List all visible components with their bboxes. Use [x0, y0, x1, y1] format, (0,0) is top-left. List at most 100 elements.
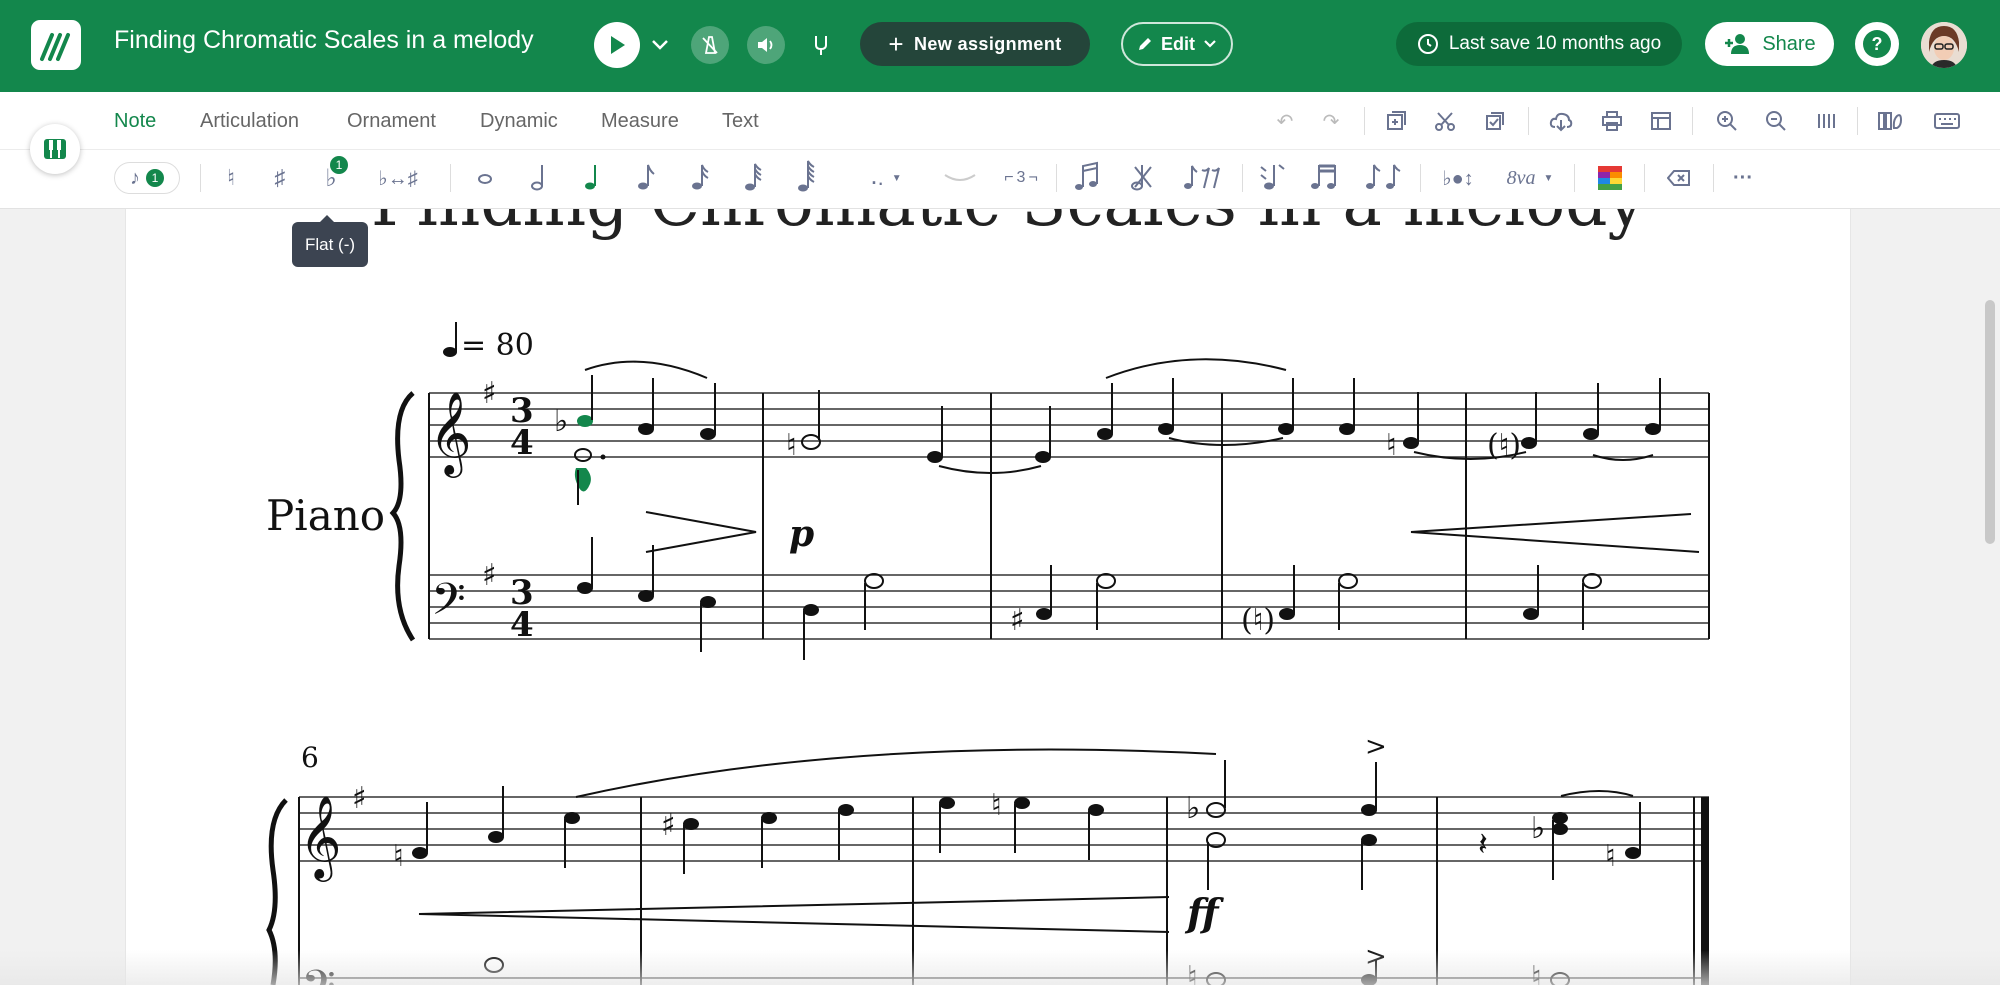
- page-view-icon[interactable]: [1811, 106, 1841, 136]
- tuplet-icon[interactable]: ⌐ 3 ¬: [1000, 162, 1042, 194]
- svg-text:♮: ♮: [786, 428, 797, 463]
- time-signature-bottom: 4: [510, 423, 534, 463]
- help-button[interactable]: ?: [1855, 22, 1899, 66]
- instruments-icon[interactable]: [1874, 106, 1906, 136]
- svg-text:♭: ♭: [554, 404, 568, 439]
- divider: [1857, 107, 1858, 135]
- chevron-down-icon: [652, 40, 668, 50]
- sixteenth-note-icon[interactable]: [684, 158, 714, 196]
- user-avatar[interactable]: [1921, 22, 1967, 68]
- svg-text:(♮): (♮): [1487, 428, 1521, 463]
- divider: [1242, 164, 1243, 192]
- tuner-button[interactable]: [806, 30, 836, 60]
- more-options-icon[interactable]: ···: [1728, 162, 1758, 194]
- layout-icon[interactable]: [1646, 106, 1676, 136]
- sharp-icon[interactable]: ♯: [265, 162, 295, 194]
- beam-icon[interactable]: [1306, 158, 1342, 196]
- last-save-text: Last save 10 months ago: [1448, 33, 1662, 54]
- voice-badge: 1: [146, 169, 164, 187]
- voice-note-icon: ♪: [130, 166, 140, 189]
- keyboard-icon[interactable]: [1930, 106, 1964, 136]
- natural-icon[interactable]: ♮: [216, 162, 246, 194]
- svg-text:>: >: [1365, 732, 1387, 762]
- tab-measure[interactable]: Measure: [601, 110, 679, 133]
- half-note-icon[interactable]: [524, 158, 554, 196]
- print-icon[interactable]: [1597, 106, 1627, 136]
- svg-text:♮: ♮: [1605, 839, 1616, 874]
- slash-notes-icon[interactable]: [1254, 158, 1290, 196]
- play-button[interactable]: [594, 22, 640, 68]
- metronome-off-icon: [702, 36, 718, 54]
- edit-mode-button[interactable]: Edit: [1121, 22, 1233, 66]
- svg-text:♯: ♯: [482, 376, 497, 411]
- piano-input-button[interactable]: [30, 124, 80, 174]
- flat-logo-icon[interactable]: [31, 20, 81, 70]
- new-assignment-button[interactable]: + New assignment: [860, 22, 1090, 66]
- pencil-icon: [1139, 38, 1151, 50]
- instrument-name: Piano: [266, 491, 385, 540]
- share-button[interactable]: Share: [1705, 22, 1834, 66]
- cue-notes-icon[interactable]: [1124, 158, 1160, 196]
- tab-ornament[interactable]: Ornament: [347, 110, 436, 133]
- grace-notes-icon[interactable]: [1070, 158, 1106, 196]
- playback-options-dropdown[interactable]: [648, 30, 672, 60]
- svg-text:?: ?: [1872, 34, 1883, 54]
- piano-icon: [44, 139, 66, 159]
- quarter-note-icon[interactable]: [577, 158, 607, 196]
- score-canvas[interactable]: Finding Chromatic Scales in a melody = 8…: [126, 209, 1851, 985]
- last-save-status[interactable]: Last save 10 months ago: [1396, 22, 1682, 66]
- document-title[interactable]: Finding Chromatic Scales in a melody: [114, 26, 534, 55]
- flat-icon[interactable]: ♭ 1: [316, 156, 348, 194]
- svg-text:♮: ♮: [1386, 428, 1397, 463]
- delete-icon[interactable]: [1664, 162, 1694, 194]
- tempo-text: = 80: [461, 328, 534, 363]
- whole-note-icon[interactable]: [470, 162, 500, 194]
- cut-icon[interactable]: [1430, 106, 1460, 136]
- cloud-download-icon[interactable]: [1546, 106, 1576, 136]
- enharmonic-icon[interactable]: ♭↔♯: [370, 162, 426, 194]
- score-page[interactable]: Finding Chromatic Scales in a melody = 8…: [125, 209, 1851, 985]
- dotted-note-dropdown[interactable]: .. ▼: [862, 160, 910, 194]
- zoom-out-icon[interactable]: [1761, 106, 1791, 136]
- scrollbar-thumb[interactable]: [1985, 300, 1995, 544]
- flat-tooltip: Flat (-): [292, 215, 368, 267]
- ottava-label: 8va: [1506, 166, 1536, 189]
- svg-text:♯: ♯: [661, 808, 676, 843]
- svg-text:𝄽: 𝄽: [1478, 825, 1488, 863]
- transpose-icon[interactable]: ♭●↕: [1436, 162, 1480, 194]
- redo-icon[interactable]: ↷: [1316, 106, 1346, 136]
- sixty-fourth-note-icon[interactable]: [790, 156, 820, 196]
- svg-text:♭: ♭: [1186, 791, 1200, 826]
- clock-icon: [1417, 34, 1438, 54]
- divider: [1528, 107, 1529, 135]
- tuning-fork-icon: [815, 36, 827, 55]
- add-measure-icon[interactable]: [1381, 106, 1411, 136]
- help-icon: ?: [1863, 30, 1891, 58]
- ottava-dropdown[interactable]: 8va ▼: [1500, 162, 1560, 194]
- tab-text[interactable]: Text: [722, 110, 759, 133]
- thirty-second-note-icon[interactable]: [737, 158, 767, 196]
- tie-icon[interactable]: [940, 162, 980, 194]
- metronome-button[interactable]: [691, 26, 729, 64]
- share-label: Share: [1762, 32, 1816, 55]
- zoom-in-icon[interactable]: [1712, 106, 1742, 136]
- dynamic-piano: p: [789, 513, 814, 555]
- rest-icon[interactable]: [1180, 158, 1224, 196]
- flat-badge: 1: [330, 156, 348, 174]
- eighth-note-icon[interactable]: [630, 158, 660, 196]
- undo-icon[interactable]: ↶: [1270, 106, 1300, 136]
- bass-time-signature-bottom: 4: [510, 605, 534, 645]
- tab-note[interactable]: Note: [114, 110, 156, 133]
- color-palette-icon[interactable]: [1596, 162, 1624, 194]
- plus-icon: +: [888, 29, 904, 59]
- top-bar: Finding Chromatic Scales in a melody + N…: [0, 0, 2000, 92]
- tab-articulation[interactable]: Articulation: [200, 110, 299, 133]
- play-icon: [611, 36, 625, 54]
- divider: [450, 164, 451, 192]
- copy-icon[interactable]: [1480, 106, 1510, 136]
- sound-settings-button[interactable]: [747, 26, 785, 64]
- voice-selector[interactable]: ♪ 1: [114, 162, 180, 194]
- tab-dynamic[interactable]: Dynamic: [480, 110, 558, 133]
- break-beam-icon[interactable]: [1362, 158, 1404, 196]
- measure-number: 6: [301, 741, 319, 774]
